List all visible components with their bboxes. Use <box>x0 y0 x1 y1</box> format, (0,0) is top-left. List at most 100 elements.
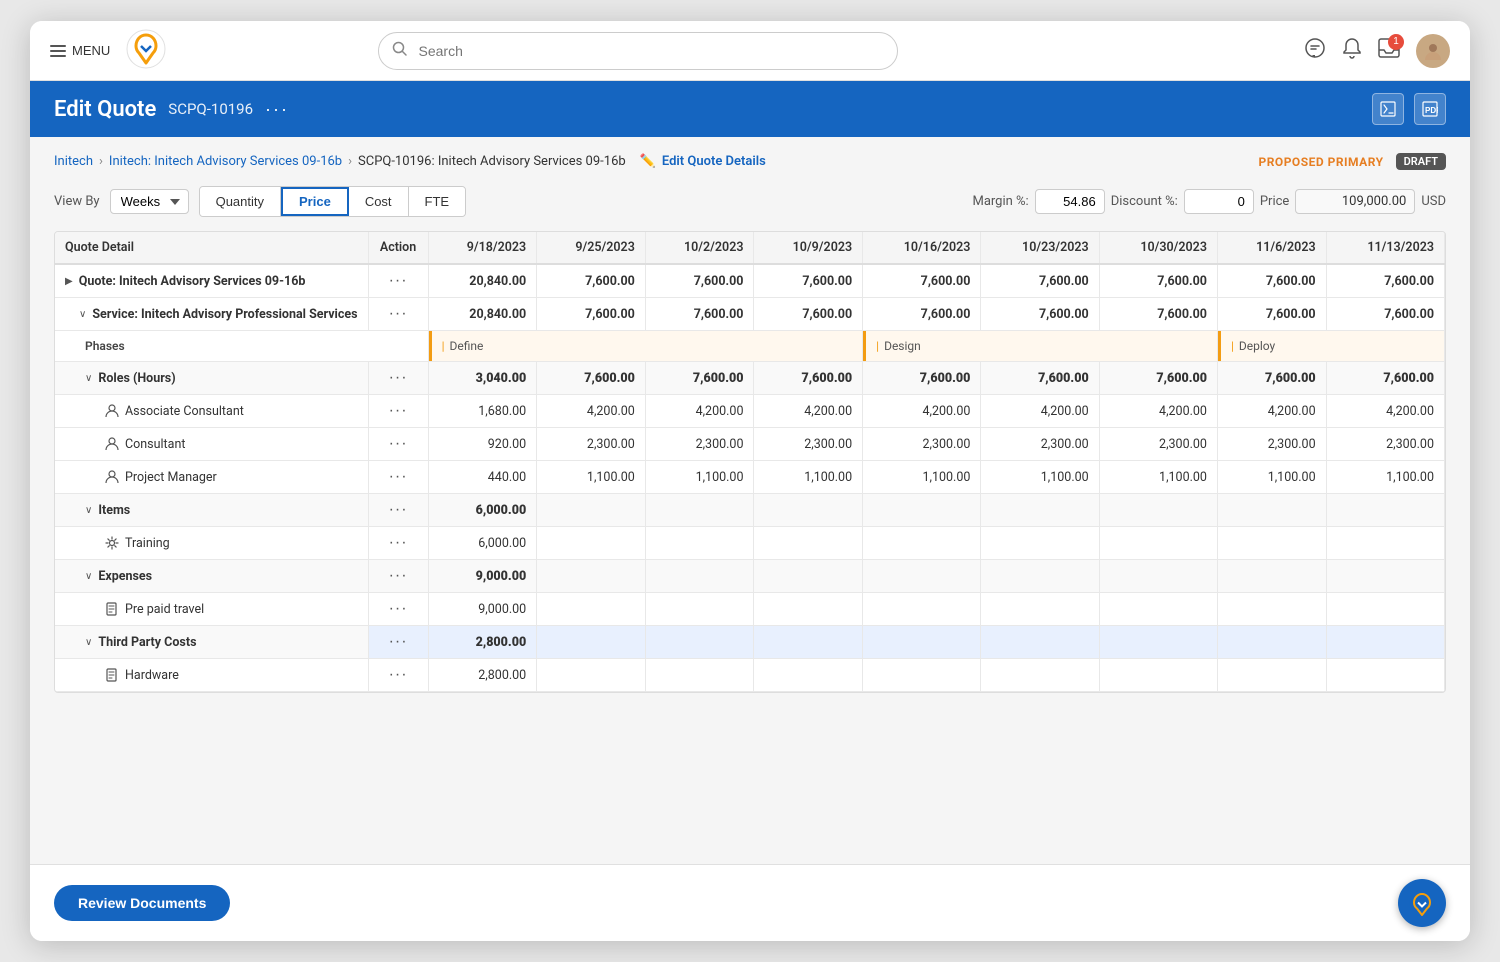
notifications-button[interactable] <box>1342 37 1362 65</box>
breadcrumb-advisory[interactable]: Initech: Initech Advisory Services 09-16… <box>109 154 342 169</box>
col-header-date6: 10/23/2023 <box>981 232 1099 264</box>
action-menu-button[interactable]: ··· <box>389 534 408 552</box>
draft-badge: DRAFT <box>1396 153 1446 170</box>
table-row: Pre paid travel ··· 9,000.00 <box>55 593 1445 626</box>
action-menu-button[interactable]: ··· <box>389 272 408 290</box>
action-menu-button[interactable]: ··· <box>389 501 408 519</box>
margin-label: Margin %: <box>972 194 1028 209</box>
col-header-date2: 9/25/2023 <box>537 232 646 264</box>
margin-input[interactable] <box>1035 189 1105 214</box>
col-header-date1: 9/18/2023 <box>428 232 537 264</box>
price-display: 109,000.00 <box>1295 189 1415 214</box>
header-actions: PDF <box>1372 93 1446 125</box>
row-name: Project Manager <box>55 461 368 494</box>
table-row: ∨ Roles (Hours) ··· 3,040.00 7,600.00 7,… <box>55 362 1445 395</box>
row-name: ▶ Quote: Initech Advisory Services 09-16… <box>55 264 368 298</box>
action-menu-button[interactable]: ··· <box>389 633 408 651</box>
action-menu-button[interactable]: ··· <box>389 468 408 486</box>
bottom-bar: Review Documents <box>30 864 1470 941</box>
hamburger-icon <box>50 45 66 57</box>
inbox-button[interactable]: 1 <box>1378 38 1400 64</box>
margin-group: Margin %: Discount %: Price 109,000.00 U… <box>972 189 1446 214</box>
action-menu-button[interactable]: ··· <box>389 402 408 420</box>
action-menu-button[interactable]: ··· <box>389 567 408 585</box>
expand-button[interactable]: ∨ <box>85 637 92 648</box>
svg-text:PDF: PDF <box>1425 106 1438 115</box>
tab-price[interactable]: Price <box>281 187 349 216</box>
row-name: ∨ Third Party Costs <box>55 626 368 659</box>
tab-cost[interactable]: Cost <box>349 187 409 216</box>
inbox-badge: 1 <box>1388 34 1404 50</box>
table-row: Associate Consultant ··· 1,680.00 4,200.… <box>55 395 1445 428</box>
action-menu-button[interactable]: ··· <box>389 435 408 453</box>
action-menu-button[interactable]: ··· <box>389 666 408 684</box>
expand-button[interactable]: ▶ <box>65 276 73 287</box>
col-header-detail: Quote Detail <box>55 232 368 264</box>
expand-button[interactable]: ∨ <box>85 571 92 582</box>
view-controls: View By Weeks Days Months Quantity Price… <box>54 186 1446 217</box>
chat-button[interactable] <box>1304 37 1326 65</box>
expand-button[interactable]: ∨ <box>85 373 92 384</box>
discount-label: Discount %: <box>1111 194 1178 209</box>
more-options-button[interactable]: ··· <box>265 99 289 120</box>
action-menu-button[interactable]: ··· <box>389 305 408 323</box>
breadcrumb: Initech › Initech: Initech Advisory Serv… <box>54 153 1446 170</box>
gear-icon <box>105 536 119 550</box>
logo[interactable] <box>126 29 166 73</box>
table-row: Consultant ··· 920.00 2,300.00 2,300.00 … <box>55 428 1445 461</box>
discount-input[interactable] <box>1184 189 1254 214</box>
row-name: Associate Consultant <box>55 395 368 428</box>
col-header-date9: 11/13/2023 <box>1326 232 1444 264</box>
row-name: ∨ Roles (Hours) <box>55 362 368 395</box>
table-row: ∨ Service: Initech Advisory Professional… <box>55 298 1445 331</box>
page-title: Edit Quote <box>54 97 156 122</box>
table-row: ∨ Items ··· 6,000.00 <box>55 494 1445 527</box>
col-header-date7: 10/30/2023 <box>1099 232 1217 264</box>
edit-pencil-icon: ✏️ <box>640 154 656 169</box>
content-area: Initech › Initech: Initech Advisory Serv… <box>30 137 1470 864</box>
action-menu-button[interactable]: ··· <box>389 600 408 618</box>
document-icon <box>105 668 119 682</box>
table-row: ▶ Quote: Initech Advisory Services 09-16… <box>55 264 1445 298</box>
export-pdf-button[interactable]: PDF <box>1414 93 1446 125</box>
row-name: ∨ Service: Initech Advisory Professional… <box>55 298 368 331</box>
review-documents-button[interactable]: Review Documents <box>54 885 230 921</box>
row-name: ∨ Expenses <box>55 560 368 593</box>
tab-fte[interactable]: FTE <box>409 187 466 216</box>
expand-button[interactable]: ∨ <box>85 505 92 516</box>
tab-quantity[interactable]: Quantity <box>200 187 281 216</box>
breadcrumb-initech[interactable]: Initech <box>54 154 93 169</box>
table-row: Training ··· 6,000.00 <box>55 527 1445 560</box>
top-nav: MENU <box>30 21 1470 81</box>
breadcrumb-current: SCPQ-10196: Initech Advisory Services 09… <box>358 154 626 169</box>
workday-fab[interactable] <box>1398 879 1446 927</box>
phases-row: Phases | Define | Design <box>55 331 1445 362</box>
nav-actions: 1 <box>1304 34 1450 68</box>
col-header-date3: 10/2/2023 <box>645 232 754 264</box>
quote-table: Quote Detail Action 9/18/2023 9/25/2023 … <box>55 232 1445 692</box>
col-header-date8: 11/6/2023 <box>1217 232 1326 264</box>
person-icon <box>105 437 119 451</box>
view-by-select[interactable]: Weeks Days Months <box>110 189 189 214</box>
row-name: Pre paid travel <box>55 593 368 626</box>
quote-table-wrap: Quote Detail Action 9/18/2023 9/25/2023 … <box>54 231 1446 693</box>
table-row: Project Manager ··· 440.00 1,100.00 1,10… <box>55 461 1445 494</box>
price-label: Price <box>1260 194 1289 209</box>
export-excel-button[interactable] <box>1372 93 1404 125</box>
quote-id: SCPQ-10196 <box>168 100 253 118</box>
proposed-badge: PROPOSED PRIMARY <box>1259 155 1384 169</box>
avatar[interactable] <box>1416 34 1450 68</box>
row-name: Hardware <box>55 659 368 692</box>
expand-button[interactable]: ∨ <box>79 309 86 320</box>
menu-button[interactable]: MENU <box>50 43 110 58</box>
table-row: Hardware ··· 2,800.00 <box>55 659 1445 692</box>
view-by-label: View By <box>54 194 100 209</box>
row-name: Consultant <box>55 428 368 461</box>
menu-label: MENU <box>72 43 110 58</box>
search-input[interactable] <box>378 32 898 70</box>
action-menu-button[interactable]: ··· <box>389 369 408 387</box>
edit-quote-details-link[interactable]: Edit Quote Details <box>662 154 766 169</box>
row-name: ∨ Items <box>55 494 368 527</box>
currency-label: USD <box>1421 194 1446 209</box>
person-icon <box>105 470 119 484</box>
